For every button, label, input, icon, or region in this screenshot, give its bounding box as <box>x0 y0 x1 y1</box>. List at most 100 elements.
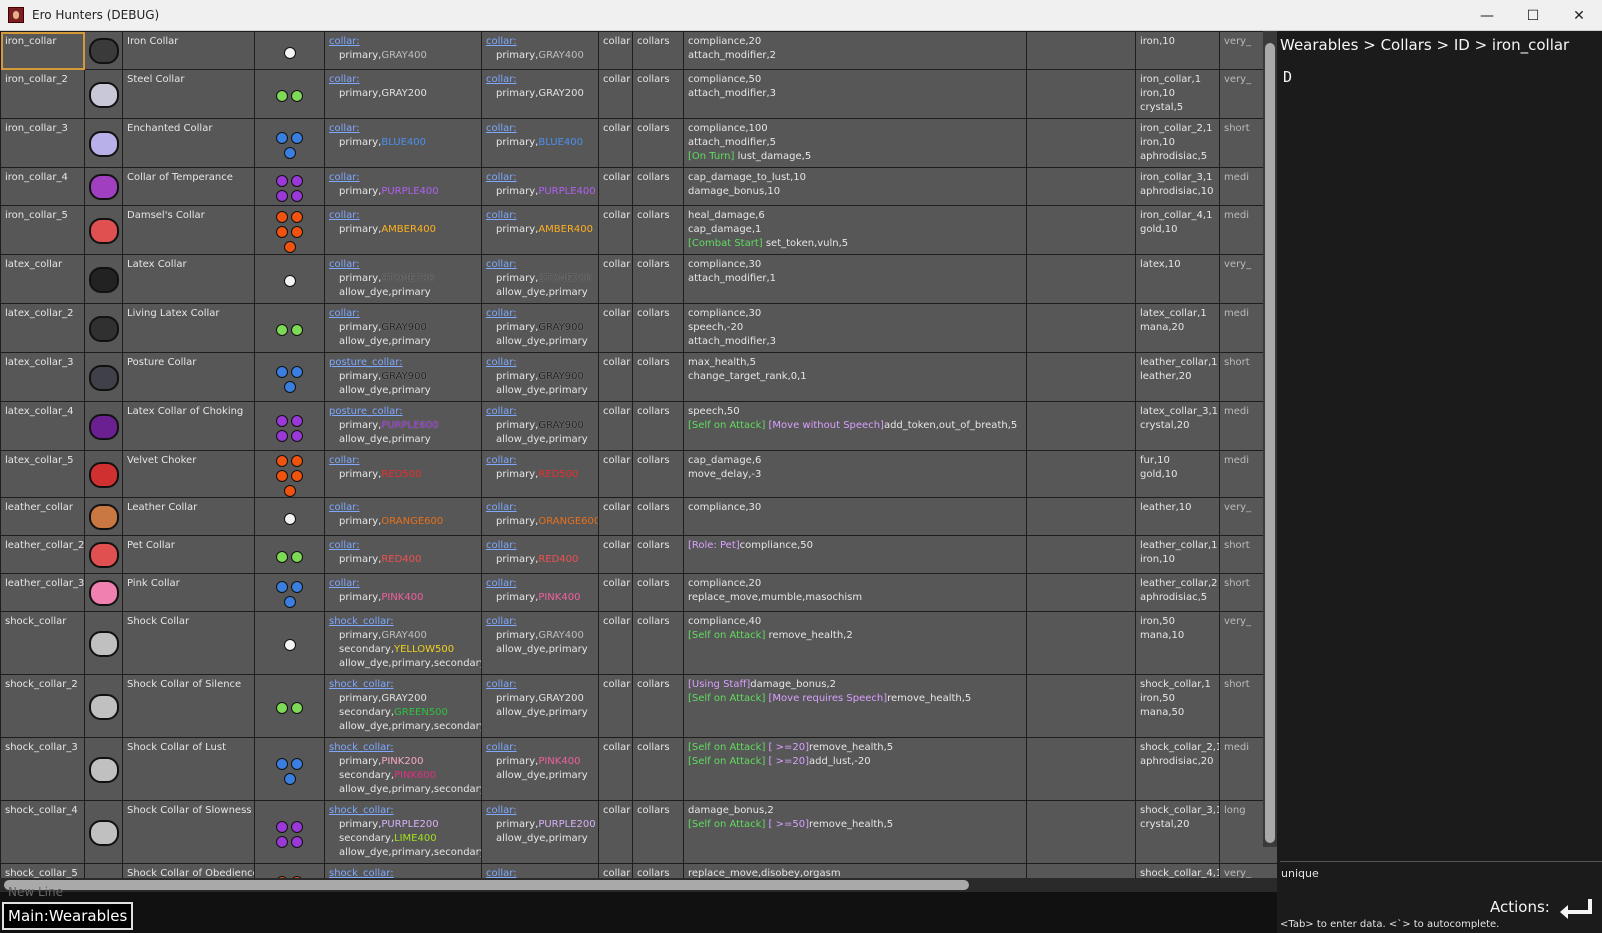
cell-icon[interactable] <box>84 69 123 119</box>
cell-effects[interactable]: speech,50 [Self on Attack] [Move without … <box>683 401 1027 451</box>
cell-sprite-alt[interactable]: collar: primary,RED500 <box>481 450 599 498</box>
cell-empty[interactable] <box>1026 674 1136 738</box>
cell-id[interactable]: iron_collar_4 <box>0 167 85 206</box>
table-row[interactable]: shock_collar_2 Shock Collar of Silence sho… <box>0 674 1277 738</box>
cell-slot[interactable]: collar <box>598 450 633 498</box>
cell-empty[interactable] <box>1026 450 1136 498</box>
cell-sprite-alt[interactable]: collar: primary,GRAY400 allow_dye,primary <box>481 611 599 675</box>
cell-sprite[interactable]: collar: primary,GRAY400 <box>324 31 482 70</box>
cell-empty[interactable] <box>1026 800 1136 864</box>
minimize-button[interactable]: — <box>1464 0 1510 31</box>
cell-set[interactable]: collars <box>632 800 684 864</box>
cell-sprite[interactable]: shock_collar: primary,GRAY400 secondary,YE… <box>324 611 482 675</box>
cell-effects[interactable]: compliance,30 attach_modifier,1 <box>683 254 1027 304</box>
cell-recipe[interactable]: iron_collar_4,1 gold,10 <box>1135 205 1220 255</box>
cell-slot[interactable]: collar <box>598 800 633 864</box>
cell-id[interactable]: shock_collar_2 <box>0 674 85 738</box>
cell-sprite[interactable]: collar: primary,RED500 <box>324 450 482 498</box>
cell-rarity[interactable] <box>254 205 325 255</box>
cell-sprite-alt[interactable]: collar: primary,PURPLE200 allow_dye,primar… <box>481 800 599 864</box>
cell-set[interactable]: collars <box>632 573 684 612</box>
cell-rarity[interactable] <box>254 674 325 738</box>
cell-effects[interactable]: compliance,30 <box>683 497 1027 536</box>
cell-icon[interactable] <box>84 573 123 612</box>
cell-slot[interactable]: collar <box>598 118 633 168</box>
cell-sprite[interactable]: collar: primary,PINK400 <box>324 573 482 612</box>
cell-id[interactable]: shock_collar_3 <box>0 737 85 801</box>
cell-icon[interactable] <box>84 401 123 451</box>
cell-name[interactable]: Iron Collar <box>122 31 255 70</box>
cell-empty[interactable] <box>1026 611 1136 675</box>
cell-icon[interactable] <box>84 303 123 353</box>
cell-name[interactable]: Velvet Choker <box>122 450 255 498</box>
cell-rarity[interactable] <box>254 611 325 675</box>
cell-name[interactable]: Shock Collar <box>122 611 255 675</box>
cell-sprite-alt[interactable]: collar: primary,GRAY200 <box>481 69 599 119</box>
cell-id[interactable]: latex_collar_4 <box>0 401 85 451</box>
cell-set[interactable]: collars <box>632 737 684 801</box>
cell-name[interactable]: Latex Collar <box>122 254 255 304</box>
cell-id[interactable]: iron_collar_5 <box>0 205 85 255</box>
cell-empty[interactable] <box>1026 31 1136 70</box>
cell-rarity[interactable] <box>254 800 325 864</box>
cell-name[interactable]: Posture Collar <box>122 352 255 402</box>
cell-icon[interactable] <box>84 205 123 255</box>
table-row[interactable]: iron_collar_2 Steel Collar collar: primary,… <box>0 69 1277 119</box>
cell-rarity[interactable] <box>254 118 325 168</box>
cell-sprite[interactable]: collar: primary,GRAY900 allow_dye,primary <box>324 303 482 353</box>
maximize-button[interactable]: ☐ <box>1510 0 1556 31</box>
cell-empty[interactable] <box>1026 352 1136 402</box>
table-row[interactable]: latex_collar_4 Latex Collar of Choking pos… <box>0 401 1277 451</box>
cell-slot[interactable]: collar <box>598 167 633 206</box>
cell-empty[interactable] <box>1026 303 1136 353</box>
cell-set[interactable]: collars <box>632 69 684 119</box>
cell-set[interactable]: collars <box>632 535 684 574</box>
cell-id[interactable]: iron_collar_2 <box>0 69 85 119</box>
cell-id[interactable]: shock_collar_5 <box>0 863 85 878</box>
cell-effects[interactable]: max_health,5 change_target_rank,0,1 <box>683 352 1027 402</box>
cell-recipe[interactable]: leather_collar,1 leather,20 <box>1135 352 1220 402</box>
cell-recipe[interactable]: iron_collar_3,1 aphrodisiac,10 <box>1135 167 1220 206</box>
cell-sprite[interactable]: collar: primary,ORANGE600 <box>324 497 482 536</box>
cell-empty[interactable] <box>1026 863 1136 878</box>
cell-sprite[interactable]: collar: primary,PURPLE400 <box>324 167 482 206</box>
cell-effects[interactable]: compliance,20 attach_modifier,2 <box>683 31 1027 70</box>
cell-sprite[interactable]: collar: primary,GRAY200 <box>324 69 482 119</box>
cell-rarity[interactable] <box>254 352 325 402</box>
cell-empty[interactable] <box>1026 535 1136 574</box>
cell-rarity[interactable] <box>254 863 325 878</box>
vertical-scrollbar[interactable] <box>1263 31 1277 847</box>
cell-name[interactable]: Damsel's Collar <box>122 205 255 255</box>
cell-id[interactable]: leather_collar_3 <box>0 573 85 612</box>
cell-effects[interactable]: [Using Staff]damage_bonus,2 [Self on Atta… <box>683 674 1027 738</box>
cell-slot[interactable]: collar <box>598 674 633 738</box>
cell-effects[interactable]: cap_damage,6 move_delay,-3 <box>683 450 1027 498</box>
cell-recipe[interactable]: iron,50 mana,10 <box>1135 611 1220 675</box>
cell-set[interactable]: collars <box>632 352 684 402</box>
cell-empty[interactable] <box>1026 497 1136 536</box>
cell-name[interactable]: Shock Collar of Obedience <box>122 863 255 878</box>
cell-recipe[interactable]: latex,10 <box>1135 254 1220 304</box>
table-row[interactable]: latex_collar_2 Living Latex Collar collar:… <box>0 303 1277 353</box>
cell-duration[interactable]: very_ <box>1219 863 1277 878</box>
cell-name[interactable]: Enchanted Collar <box>122 118 255 168</box>
field-editor[interactable]: D <box>1283 68 1292 86</box>
cell-sprite-alt[interactable]: collar: primary,GRAY400 <box>481 31 599 70</box>
table-row[interactable]: iron_collar_5 Damsel's Collar collar: prima… <box>0 205 1277 255</box>
cell-sprite-alt[interactable]: collar: primary,STONE700 allow_dye,primary <box>481 254 599 304</box>
cell-sprite[interactable]: posture_collar: primary,PURPLE600 allow_dy… <box>324 401 482 451</box>
cell-sprite[interactable]: shock_collar: primary,PINK200 secondary,PI… <box>324 737 482 801</box>
cell-icon[interactable] <box>84 497 123 536</box>
cell-sprite[interactable]: collar: primary,BLUE400 <box>324 118 482 168</box>
cell-slot[interactable]: collar <box>598 303 633 353</box>
cell-rarity[interactable] <box>254 737 325 801</box>
cell-icon[interactable] <box>84 450 123 498</box>
new-line-placeholder[interactable]: New Line <box>8 885 63 899</box>
cell-empty[interactable] <box>1026 254 1136 304</box>
cell-empty[interactable] <box>1026 737 1136 801</box>
cell-empty[interactable] <box>1026 118 1136 168</box>
cell-sprite-alt[interactable]: collar: primary,ORANGE600 <box>481 497 599 536</box>
cell-sprite-alt[interactable]: collar: primary,AMBER400 <box>481 205 599 255</box>
cell-id[interactable]: leather_collar <box>0 497 85 536</box>
cell-set[interactable]: collars <box>632 497 684 536</box>
